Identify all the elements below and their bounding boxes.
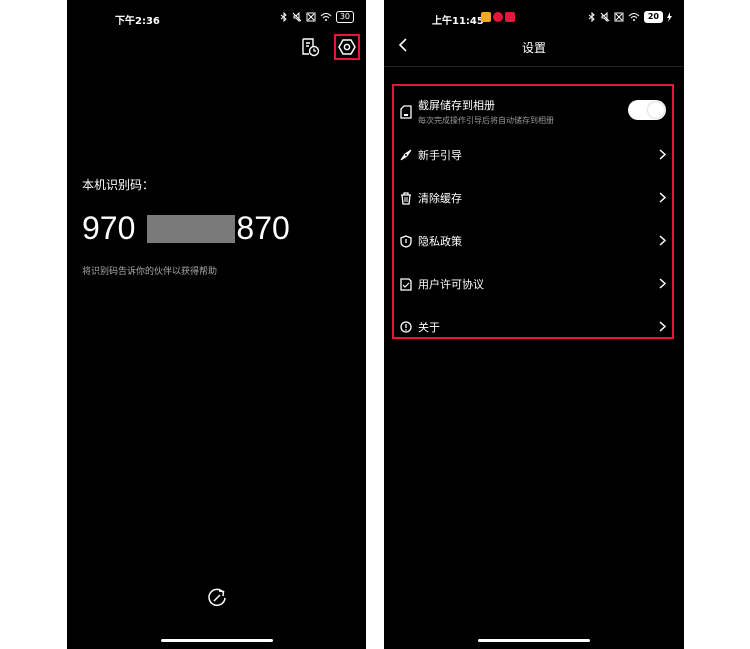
sim-icon: [306, 12, 316, 22]
chevron-right-icon: [659, 321, 666, 332]
chevron-right-icon: [659, 278, 666, 289]
shield-icon: [400, 235, 412, 248]
chevron-right-icon: [659, 235, 666, 246]
code-prefix: 970: [82, 210, 136, 246]
mute-icon: [600, 12, 610, 22]
phone-screen-right: 上午11:45 20 设置 截屏储存到相册 每次完成操作引导后将自动储存到相册 …: [384, 0, 684, 649]
info-icon: [400, 321, 412, 333]
home-indicator[interactable]: [160, 639, 273, 642]
bluetooth-icon: [280, 12, 287, 22]
status-time: 上午11:45: [432, 16, 484, 27]
app-notification-icon: [481, 12, 515, 22]
history-icon[interactable]: [300, 37, 320, 57]
bluetooth-icon: [588, 12, 595, 22]
top-actions: [300, 34, 360, 60]
status-time: 下午2:36: [115, 16, 160, 27]
status-bar: 下午2:36 30: [67, 10, 366, 27]
chevron-right-icon: [659, 192, 666, 203]
settings-icon[interactable]: [338, 38, 356, 56]
sd-card-icon: [400, 105, 412, 119]
status-bar: 上午11:45 20: [384, 10, 684, 27]
save-screenshot-toggle[interactable]: [628, 100, 666, 120]
battery-indicator: 30: [335, 11, 354, 23]
setting-privacy-policy[interactable]: 隐私政策: [394, 226, 672, 256]
setting-user-license[interactable]: 用户许可协议: [394, 269, 672, 299]
code-hint: 将识别码告诉你的伙伴以获得帮助: [82, 267, 218, 277]
setting-label: 隐私政策: [418, 235, 462, 248]
setting-label: 新手引导: [418, 149, 462, 162]
setting-label: 清除缓存: [418, 192, 462, 205]
trash-icon: [401, 192, 411, 205]
document-icon: [400, 278, 412, 291]
setting-label: 关于: [418, 321, 440, 334]
nav-header: 设置: [384, 36, 684, 58]
setting-label: 用户许可协议: [418, 278, 484, 291]
page-title: 设置: [521, 41, 546, 55]
refresh-icon[interactable]: [206, 587, 228, 609]
setting-save-screenshot[interactable]: 截屏储存到相册 每次完成操作引导后将自动储存到相册: [394, 94, 672, 132]
wifi-icon: [628, 13, 640, 21]
sim-icon: [614, 12, 624, 22]
setting-clear-cache[interactable]: 清除缓存: [394, 183, 672, 213]
header-divider: [384, 66, 684, 67]
code-redacted-block: [147, 214, 236, 243]
home-indicator[interactable]: [478, 639, 590, 642]
wifi-icon: [320, 13, 332, 21]
mute-icon: [292, 12, 302, 22]
chevron-right-icon: [659, 149, 666, 160]
device-code: 970 870: [82, 210, 290, 247]
phone-screen-left: 下午2:36 30 本机识别码： 970 870 将识别码告诉你的伙伴以获得帮助: [67, 0, 366, 649]
setting-sublabel: 每次完成操作引导后将自动储存到相册: [418, 116, 554, 125]
status-icons: 20: [588, 11, 672, 23]
code-suffix: 870: [236, 210, 290, 246]
device-code-label: 本机识别码：: [82, 178, 155, 192]
battery-indicator: 20: [643, 11, 663, 23]
setting-about[interactable]: 关于: [394, 312, 672, 342]
status-icons: 30: [280, 11, 354, 23]
settings-button-highlight[interactable]: [334, 34, 360, 60]
setting-beginner-guide[interactable]: 新手引导: [394, 140, 672, 170]
compass-icon: [400, 149, 412, 161]
settings-list-highlight: 截屏储存到相册 每次完成操作引导后将自动储存到相册 新手引导 清除缓存 隐私政策…: [392, 84, 674, 339]
setting-label: 截屏储存到相册: [418, 99, 495, 112]
charging-icon: [667, 12, 672, 22]
